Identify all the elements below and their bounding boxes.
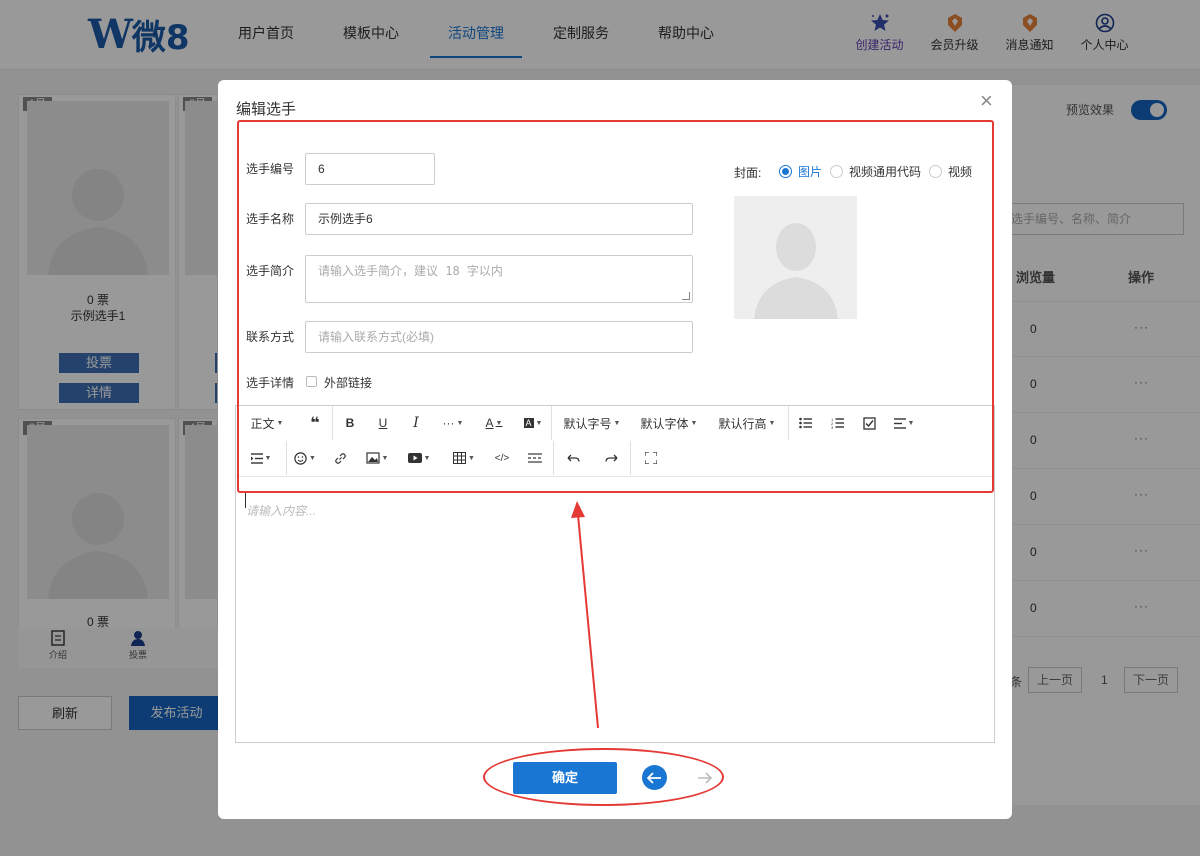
indent-icon[interactable]: ▼ xyxy=(236,441,286,475)
cover-image-upload[interactable] xyxy=(734,196,857,319)
contact-label: 联系方式 xyxy=(246,330,295,344)
chevron-down-icon: ▼ xyxy=(423,454,431,462)
external-link-checkbox[interactable] xyxy=(306,376,317,387)
chevron-down-icon: ▼ xyxy=(907,419,915,427)
editor-content-area[interactable]: 请输入内容... xyxy=(246,502,316,519)
detail-label: 选手详情 xyxy=(246,376,295,390)
arrow-right-icon xyxy=(698,771,712,784)
edit-contestant-dialog: 编辑选手 × 选手编号 6 选手名称 示例选手6 选手简介 请输入选手简介，建议… xyxy=(218,80,1012,819)
confirm-button[interactable]: 确定 xyxy=(513,762,617,794)
chevron-down-icon: ▼ xyxy=(613,419,621,427)
font-family-dropdown[interactable]: 默认字体 ▼ xyxy=(632,406,706,440)
italic-icon[interactable]: I xyxy=(399,406,433,440)
line-height-dropdown[interactable]: 默认行高 ▼ xyxy=(706,406,788,440)
table-icon[interactable]: ▼ xyxy=(441,441,487,475)
heading-dropdown[interactable]: 正文 ▼ xyxy=(236,406,298,440)
external-link-label: 外部链接 xyxy=(324,376,373,390)
link-icon[interactable] xyxy=(323,441,357,475)
video-icon[interactable]: ▼ xyxy=(397,441,441,475)
chevron-down-icon: ▼ xyxy=(535,419,543,427)
prev-contestant-button[interactable] xyxy=(642,765,667,790)
number-input[interactable]: 6 xyxy=(305,153,435,185)
code-icon[interactable]: </> xyxy=(487,441,517,475)
contact-input[interactable]: 请输入联系方式(必填) xyxy=(305,321,693,353)
chevron-down-icon: ▼ xyxy=(309,454,316,462)
quote-icon[interactable]: ❝ xyxy=(298,406,332,440)
editor-toolbar-row2: ▼ ▼ ▼ ▼ ▼ </> xyxy=(236,441,994,475)
font-color-icon[interactable]: A ▼ xyxy=(473,406,515,440)
avatar-placeholder-icon xyxy=(753,223,838,319)
close-icon[interactable]: × xyxy=(980,90,993,112)
radio-video-code-label[interactable]: 视频通用代码 xyxy=(849,163,921,180)
heading-label: 正文 xyxy=(250,416,275,431)
emoji-icon[interactable]: ▼ xyxy=(287,441,323,475)
intro-textarea[interactable]: 请输入选手简介，建议 18 字以内 xyxy=(305,255,693,303)
cover-type-radio-group: 图片 视频通用代码 视频 xyxy=(779,163,980,180)
radio-image[interactable] xyxy=(779,165,792,178)
radio-image-label[interactable]: 图片 xyxy=(798,163,822,180)
divider-icon[interactable] xyxy=(517,441,553,475)
numbered-list-icon[interactable]: 123 xyxy=(821,406,853,440)
undo-icon[interactable] xyxy=(554,441,592,475)
toolbar-border xyxy=(236,476,994,477)
arrow-left-icon xyxy=(647,771,661,784)
chevron-down-icon: ▼ xyxy=(276,419,284,427)
intro-label: 选手简介 xyxy=(246,264,295,278)
chevron-down-icon: ▼ xyxy=(495,419,503,427)
chevron-down-icon: ▼ xyxy=(768,419,776,427)
redo-icon[interactable] xyxy=(592,441,630,475)
rich-text-editor: 正文 ▼ ❝ B U I ··· ▼ A ▼ A ▼ 默认字号 ▼ 默认字体 ▼ 默认行高 ▼… xyxy=(235,405,995,743)
svg-text:3: 3 xyxy=(831,425,834,429)
align-icon[interactable]: ▼ xyxy=(885,406,923,440)
more-icon[interactable]: ··· ▼ xyxy=(433,406,473,440)
chevron-down-icon: ▼ xyxy=(468,454,475,462)
bullet-list-icon[interactable] xyxy=(789,406,821,440)
name-input[interactable]: 示例选手6 xyxy=(305,203,693,235)
todo-icon[interactable] xyxy=(853,406,885,440)
editor-toolbar-row1: 正文 ▼ ❝ B U I ··· ▼ A ▼ A ▼ 默认字号 ▼ 默认字体 ▼ 默认行高 ▼… xyxy=(236,406,994,440)
chevron-down-icon: ▼ xyxy=(264,454,272,462)
bold-icon[interactable]: B xyxy=(333,406,367,440)
chevron-down-icon: ▼ xyxy=(381,454,389,462)
fullscreen-icon[interactable] xyxy=(631,441,671,475)
radio-video-label[interactable]: 视频 xyxy=(948,163,972,180)
underline-icon[interactable]: U xyxy=(367,406,399,440)
cover-label: 封面: xyxy=(734,166,762,180)
radio-video-code[interactable] xyxy=(830,165,844,178)
number-label: 选手编号 xyxy=(246,162,295,176)
image-icon[interactable]: ▼ xyxy=(357,441,397,475)
next-contestant-button[interactable] xyxy=(692,765,717,790)
radio-video[interactable] xyxy=(929,165,943,178)
chevron-down-icon: ▼ xyxy=(456,419,464,427)
bg-color-icon[interactable]: A ▼ xyxy=(515,406,551,440)
name-label: 选手名称 xyxy=(246,212,295,226)
dialog-title: 编辑选手 xyxy=(236,101,297,118)
chevron-down-icon: ▼ xyxy=(690,419,698,427)
font-size-dropdown[interactable]: 默认字号 ▼ xyxy=(552,406,632,440)
